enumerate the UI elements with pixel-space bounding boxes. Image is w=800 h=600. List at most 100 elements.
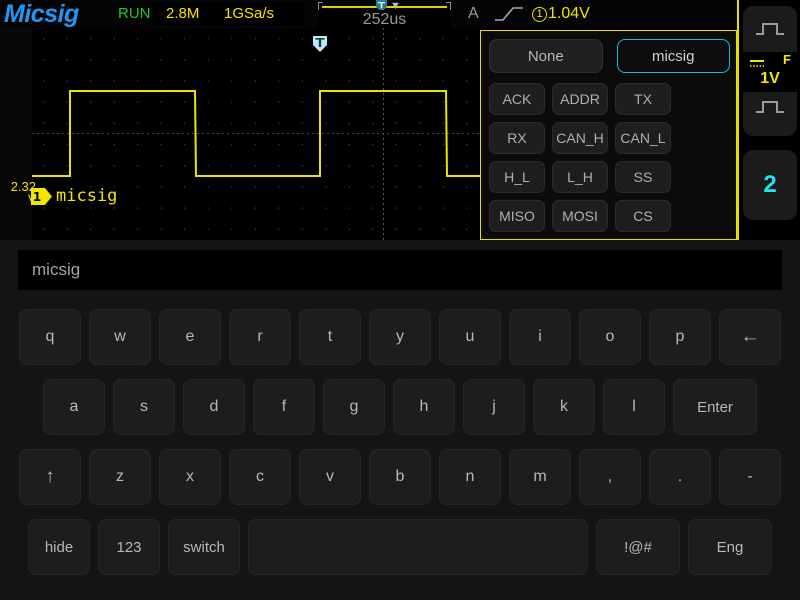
panel-top-button-label: None: [527, 47, 564, 65]
key-label: Enter: [697, 398, 733, 416]
panel-label-button-text: CAN_H: [556, 130, 604, 146]
key-v[interactable]: v: [299, 449, 361, 505]
keyboard-rows: q w e r t y u i o p ← a s d f g h j k l Enter ↑ z x c v b n m,. - hide…: [0, 302, 800, 582]
key--[interactable]: -: [719, 449, 781, 505]
key-label: s: [140, 398, 148, 415]
key-y[interactable]: y: [369, 309, 431, 365]
panel-label-button[interactable]: CS: [615, 200, 671, 232]
panel-label-button[interactable]: SS: [615, 161, 671, 193]
key-m[interactable]: m: [509, 449, 571, 505]
hide-key[interactable]: hide: [28, 519, 90, 575]
space-key[interactable]: [248, 519, 588, 575]
numeric-key[interactable]: 123: [98, 519, 160, 575]
panel-label-button-text: H_L: [504, 169, 530, 185]
key-k[interactable]: k: [533, 379, 595, 435]
key-e[interactable]: e: [159, 309, 221, 365]
oscilloscope-screen: Micsig RUN 2.8M 1GSa/s ▼ 252us A 1 1.04V…: [0, 0, 800, 600]
key-w[interactable]: w: [89, 309, 151, 365]
panel-label-button[interactable]: H_L: [489, 161, 545, 193]
trigger-channel-badge: 1: [532, 7, 547, 22]
panel-top-button-label: micsig: [651, 47, 695, 65]
key-g[interactable]: g: [323, 379, 385, 435]
channel2-button[interactable]: 2: [743, 150, 797, 220]
key-a[interactable]: a: [43, 379, 105, 435]
key-label: c: [256, 468, 264, 485]
key-l[interactable]: l: [603, 379, 665, 435]
panel-label-button[interactable]: ADDR: [552, 83, 608, 115]
text-input-field[interactable]: [18, 250, 782, 290]
panel-label-button[interactable]: CAN_L: [615, 122, 671, 154]
channel1-marker-icon[interactable]: 1: [31, 188, 53, 205]
shift-key[interactable]: ↑: [19, 449, 81, 505]
panel-label-button[interactable]: ACK: [489, 83, 545, 115]
key-label: p: [675, 328, 685, 345]
key-d[interactable]: d: [183, 379, 245, 435]
key-o[interactable]: o: [579, 309, 641, 365]
key-p[interactable]: p: [649, 309, 711, 365]
key-label: o: [605, 328, 615, 345]
panel-label-button[interactable]: TX: [615, 83, 671, 115]
key-,[interactable]: ,: [579, 449, 641, 505]
key-x[interactable]: x: [159, 449, 221, 505]
key-label: v: [326, 468, 334, 485]
key-q[interactable]: q: [19, 309, 81, 365]
panel-top-button-micsig[interactable]: micsig: [616, 39, 730, 73]
panel-label-button[interactable]: L_H: [552, 161, 608, 193]
label-selection-panel[interactable]: None micsig ACK ADDR TX RX CAN_H CAN_L H_L L_H SS…: [480, 30, 737, 240]
key-label: j: [492, 398, 496, 415]
enter-key[interactable]: Enter: [673, 379, 757, 435]
language-key[interactable]: Eng: [688, 519, 772, 575]
key-h[interactable]: h: [393, 379, 455, 435]
key-label: .: [677, 468, 683, 485]
key-i[interactable]: i: [509, 309, 571, 365]
backspace-key[interactable]: ←: [719, 309, 781, 365]
key-label: ←: [740, 326, 760, 347]
rising-edge-icon: [494, 6, 524, 27]
key-label: k: [560, 398, 568, 415]
search-input[interactable]: [32, 260, 732, 280]
key-label: 123: [116, 538, 142, 556]
key-label: hide: [44, 538, 74, 556]
panel-top-button-none[interactable]: None: [489, 39, 603, 73]
keyboard-row: a s d f g h j k l Enter: [0, 372, 800, 442]
timebase-widget[interactable]: ▼ 252us: [318, 0, 451, 29]
key-u[interactable]: u: [439, 309, 501, 365]
memory-depth-value: 2.8M: [166, 5, 200, 22]
key-z[interactable]: z: [89, 449, 151, 505]
panel-label-button[interactable]: MISO: [489, 200, 545, 232]
panel-label-button[interactable]: RX: [489, 122, 545, 154]
key-n[interactable]: n: [439, 449, 501, 505]
key-b[interactable]: b: [369, 449, 431, 505]
timebase-value-box[interactable]: 252us: [318, 10, 451, 29]
virtual-keyboard: q w e r t y u i o p ← a s d f g h j k l Enter ↑ z x c v b n m,. - hide…: [0, 240, 800, 600]
panel-label-button-text: MOSI: [562, 208, 598, 224]
run-status[interactable]: RUN: [118, 0, 151, 28]
key-label: g: [349, 398, 359, 415]
timebase-value: 252us: [362, 11, 407, 28]
acquisition-box[interactable]: 2.8M 1GSa/s: [152, 2, 304, 26]
key-label: i: [538, 328, 542, 345]
key-f[interactable]: f: [253, 379, 315, 435]
key-t[interactable]: t: [299, 309, 361, 365]
key-label: w: [114, 328, 126, 345]
symbols-key[interactable]: !@#: [596, 519, 680, 575]
switch-key[interactable]: switch: [168, 519, 240, 575]
key-label: h: [419, 398, 429, 415]
key-j[interactable]: j: [463, 379, 525, 435]
channel2-label: 2: [763, 171, 777, 198]
channel1-label[interactable]: micsig: [56, 188, 117, 205]
header-bar: Micsig RUN 2.8M 1GSa/s ▼ 252us A 1 1.04V: [0, 0, 800, 29]
panel-label-button-text: L_H: [567, 169, 593, 185]
pulse-down-icon[interactable]: [743, 98, 797, 121]
key-s[interactable]: s: [113, 379, 175, 435]
pulse-up-icon[interactable]: [743, 20, 797, 43]
panel-label-button[interactable]: MOSI: [552, 200, 608, 232]
panel-label-button-text: TX: [634, 91, 652, 107]
brand-logo: Micsig: [4, 0, 79, 28]
panel-label-button[interactable]: CAN_H: [552, 122, 608, 154]
keyboard-row: ↑ z x c v b n m,. -: [0, 442, 800, 512]
key-c[interactable]: c: [229, 449, 291, 505]
key-r[interactable]: r: [229, 309, 291, 365]
channel1-control-card[interactable]: F 1V: [743, 6, 797, 136]
key-.[interactable]: .: [649, 449, 711, 505]
